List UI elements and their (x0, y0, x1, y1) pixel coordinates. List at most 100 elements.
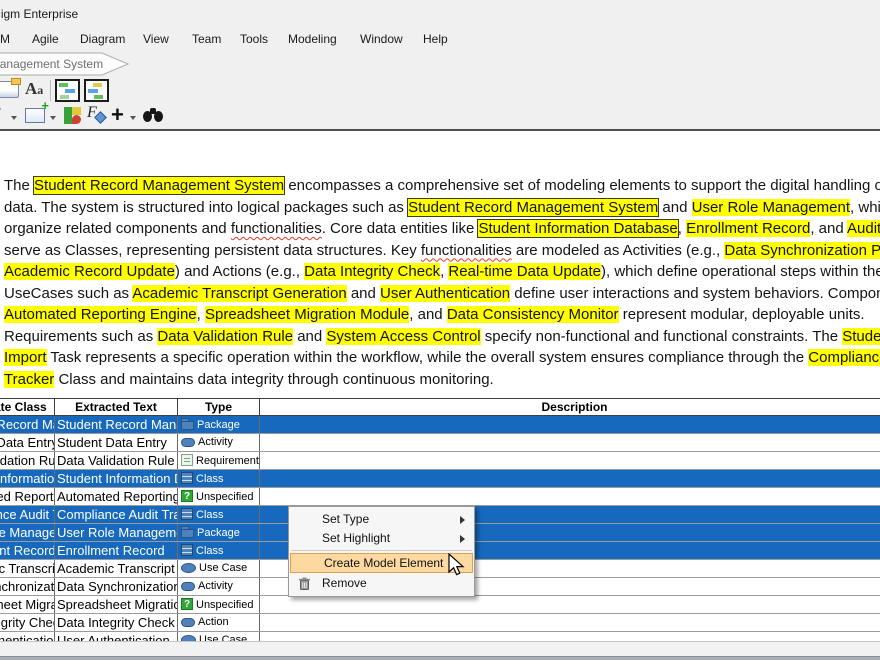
menu-m[interactable]: M (0, 32, 10, 46)
highlight-palette-icon[interactable] (64, 107, 81, 124)
menu-tools[interactable]: Tools (240, 32, 268, 46)
table-row[interactable]: Automated Reporting EngineAutomated Repo… (0, 488, 880, 506)
highlighted-term: Data Synchronization Process (724, 242, 880, 259)
context-menu-item-set-type[interactable]: Set Type (289, 510, 474, 529)
description-cell[interactable] (260, 488, 880, 505)
dropdown-caret[interactable] (11, 116, 17, 120)
type-cell[interactable]: Class (178, 542, 260, 559)
find-icon[interactable] (143, 108, 164, 122)
description-cell[interactable] (260, 452, 880, 469)
textbox-icon[interactable] (0, 81, 19, 98)
document-line: UseCases such as Academic Transcript Gen… (4, 285, 880, 307)
column-header-extracted-text[interactable]: Extracted Text (55, 399, 178, 415)
unspecified-icon (181, 598, 193, 610)
type-cell[interactable]: Class (178, 506, 260, 523)
dropdown-caret[interactable] (130, 116, 136, 120)
tab-row: Student Record Management System (0, 51, 880, 77)
extracted-text-cell[interactable]: Compliance Audit Tracker (55, 506, 178, 523)
analysis-text[interactable]: The Student Record Management System enc… (4, 177, 880, 392)
type-cell[interactable]: Package (178, 524, 260, 541)
extracted-text-cell[interactable]: Data Integrity Check (55, 614, 178, 631)
extracted-text-cell[interactable]: Data Validation Rule (55, 452, 178, 469)
menu-view[interactable]: View (143, 32, 169, 46)
dropdown-caret[interactable] (50, 116, 56, 120)
description-cell[interactable] (260, 596, 880, 613)
candidate-class-cell[interactable]: Data Validation Rule (0, 452, 55, 469)
type-cell[interactable]: Package (178, 416, 260, 433)
type-cell[interactable]: Use Case (178, 560, 260, 577)
candidate-class-cell[interactable]: Compliance Audit Tracker (0, 506, 55, 523)
candidate-class-cell[interactable]: Student Record Management System (0, 416, 55, 433)
extracted-text-cell[interactable]: Academic Transcript Generation (55, 560, 178, 577)
candidate-class-cell[interactable]: Enrollment Record (0, 542, 55, 559)
extracted-text-cell[interactable]: Data Synchronization Process (55, 578, 178, 595)
highlighted-term: Import (4, 349, 47, 366)
menu-agile[interactable]: Agile (32, 32, 59, 46)
table-row[interactable]: Spreadsheet Migration ModuleSpreadsheet … (0, 596, 880, 614)
description-cell[interactable] (260, 416, 880, 433)
format-element-icon[interactable]: F (87, 104, 97, 122)
text-run: represent modular, deployable units. (619, 306, 865, 323)
description-cell[interactable] (260, 434, 880, 451)
candidate-class-cell[interactable]: Spreadsheet Migration Module (0, 596, 55, 613)
type-label: Unspecified (196, 599, 253, 611)
extracted-text-cell[interactable]: Student Data Entry (55, 434, 178, 451)
column-header-description[interactable]: Description (260, 399, 880, 415)
font-icon[interactable]: Aa (25, 79, 43, 99)
candidate-class-cell[interactable]: Academic Transcript Generation (0, 560, 55, 577)
candidate-class-cell[interactable]: Student Information Database (0, 470, 55, 487)
text-run: specify non-functional and functional co… (481, 328, 843, 345)
document-line: The Student Record Management System enc… (4, 177, 880, 199)
context-menu-item-set-highlight[interactable]: Set Highlight (289, 529, 474, 548)
column-header-candidate-class[interactable]: Candidate Class (0, 399, 55, 415)
extracted-text-cell[interactable]: Student Record Management System (55, 416, 178, 433)
table-row[interactable]: Student Data EntryStudent Data EntryActi… (0, 434, 880, 452)
text-run: are modeled as Activities (e.g., (512, 242, 725, 259)
highlighted-term: User Authentication (380, 285, 510, 302)
description-cell[interactable] (260, 470, 880, 487)
table-row[interactable]: Data Validation RuleData Validation Rule… (0, 452, 880, 470)
type-cell[interactable]: Activity (178, 434, 260, 451)
column-header-type[interactable]: Type (178, 399, 260, 415)
new-grid-icon[interactable] (25, 108, 45, 123)
text-run: and (293, 328, 326, 345)
menu-team[interactable]: Team (192, 32, 221, 46)
menu-window[interactable]: Window (360, 32, 403, 46)
menu-diagram[interactable]: Diagram (80, 32, 125, 46)
extracted-text-cell[interactable]: User Role Management (55, 524, 178, 541)
extracted-text-cell[interactable]: Student Information Database (55, 470, 178, 487)
context-menu-item-label: Remove (322, 576, 367, 590)
type-label: Class (196, 545, 224, 557)
candidate-class-cell[interactable]: User Role Management (0, 524, 55, 541)
type-cell[interactable]: Requirement (178, 452, 260, 469)
table-header[interactable]: Candidate Class Extracted Text Type Desc… (0, 399, 880, 416)
document-line: Tracker Class and maintains data integri… (4, 371, 880, 393)
highlighted-term: Academic Record Update (4, 263, 175, 280)
type-cell[interactable]: Activity (178, 578, 260, 595)
table-row[interactable]: Student Record Management SystemStudent … (0, 416, 880, 434)
type-cell[interactable]: Unspecified (178, 596, 260, 613)
tab-label[interactable]: Student Record Management System (0, 57, 103, 71)
extracted-text-cell[interactable]: Automated Reporting Engine (55, 488, 178, 505)
type-cell[interactable]: Unspecified (178, 488, 260, 505)
menu-help[interactable]: Help (423, 32, 448, 46)
candidate-class-cell[interactable]: Data Synchronization Process (0, 578, 55, 595)
candidate-class-cell[interactable]: Data Integrity Check (0, 614, 55, 631)
add-icon[interactable]: + (111, 102, 124, 128)
menu-modeling[interactable]: Modeling (288, 32, 337, 46)
candidate-class-cell[interactable]: Automated Reporting Engine (0, 488, 55, 505)
description-cell[interactable] (260, 614, 880, 631)
model-overview-icon[interactable] (55, 79, 80, 102)
text-run: and (347, 285, 380, 302)
extracted-text-cell[interactable]: Enrollment Record (55, 542, 178, 559)
layout-overview-icon[interactable] (84, 79, 109, 102)
type-cell[interactable]: Class (178, 470, 260, 487)
window-title: Visual Paradigm Enterprise (0, 7, 78, 21)
candidate-class-cell[interactable]: Student Data Entry (0, 434, 55, 451)
highlighted-term: Student Data (842, 328, 880, 345)
table-row[interactable]: Data Integrity CheckData Integrity Check… (0, 614, 880, 632)
highlighted-term: Academic Transcript Generation (132, 285, 346, 302)
type-cell[interactable]: Action (178, 614, 260, 631)
extracted-text-cell[interactable]: Spreadsheet Migration Module (55, 596, 178, 613)
table-row[interactable]: Student Information DatabaseStudent Info… (0, 470, 880, 488)
